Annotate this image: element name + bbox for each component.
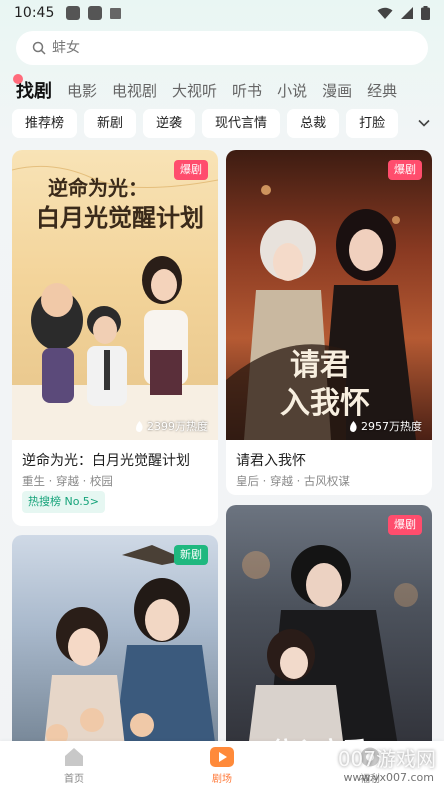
play-icon	[210, 747, 234, 767]
chip-ceo[interactable]: 总裁	[287, 109, 340, 138]
tab-movies[interactable]: 电影	[67, 80, 97, 101]
drama-card[interactable]: 新剧	[12, 535, 218, 765]
app-notification-icon	[110, 7, 122, 19]
status-indicators	[377, 6, 430, 20]
new-badge: 新剧	[174, 545, 208, 565]
wifi-icon	[377, 7, 393, 19]
filter-chips: 推荐榜 新剧 逆袭 现代言情 总裁 打脸	[12, 109, 444, 138]
chips-expand-button[interactable]	[414, 113, 434, 133]
heat-value: 2399万热度	[147, 420, 208, 433]
signal-icon	[401, 6, 413, 19]
tab-novels[interactable]: 小说	[277, 80, 307, 101]
tab-find-drama[interactable]: 找剧	[13, 74, 52, 103]
chip-comeback[interactable]: 逆袭	[143, 109, 196, 138]
watermark-text: 007游戏网	[337, 747, 436, 771]
drama-poster[interactable]: 逆命为光： 白月光觉醒计划 爆剧 2399万热度	[12, 150, 218, 440]
poster-art	[42, 545, 218, 765]
watermark-url: www.yx007.com	[343, 771, 434, 784]
drama-poster[interactable]: 新剧	[12, 535, 218, 765]
hot-badge: 爆剧	[388, 160, 422, 180]
category-tabs: 找剧 电影 电视剧 大视听 听书 小说 漫画 经典	[13, 74, 444, 104]
hot-badge: 爆剧	[174, 160, 208, 180]
status-bar: 10:45	[0, 0, 444, 26]
search-input[interactable]	[52, 40, 392, 56]
heat-indicator: 2399万热度	[135, 418, 208, 434]
nav-home[interactable]: 首页	[24, 747, 124, 785]
nav-label: 剧场	[212, 774, 232, 785]
flame-icon	[350, 420, 357, 432]
chevron-right-icon: >	[89, 495, 99, 508]
chevron-down-icon	[418, 119, 430, 127]
drama-title[interactable]: 逆命为光：白月光觉醒计划	[22, 450, 190, 470]
hot-badge: 爆剧	[388, 515, 422, 535]
drama-card[interactable]: 偏心恋爱 爆剧	[226, 505, 432, 765]
poster-title-line1: 逆命为光：	[48, 176, 148, 200]
chip-face-slap[interactable]: 打脸	[346, 109, 399, 138]
poster-title-line2: 白月光觉醒计划	[36, 203, 204, 232]
home-icon	[65, 748, 83, 766]
chip-new[interactable]: 新剧	[84, 109, 137, 138]
poster-title-line2: 入我怀	[280, 386, 370, 421]
tab-audio-visual[interactable]: 大视听	[172, 80, 217, 101]
search-bar[interactable]	[16, 31, 428, 65]
flame-icon	[136, 420, 143, 432]
battery-icon	[421, 6, 430, 20]
drama-title[interactable]: 请君入我怀	[236, 450, 306, 470]
drama-card[interactable]: 请君 入我怀 爆剧 2957万热度 请君入我怀 皇后 · 穿越 · 古风权谋	[226, 150, 432, 495]
drama-poster[interactable]: 偏心恋爱 爆剧	[226, 505, 432, 765]
notification-icon	[88, 6, 103, 20]
tab-tv-series[interactable]: 电视剧	[112, 80, 157, 101]
drama-tags: 皇后 · 穿越 · 古风权谋	[236, 474, 350, 488]
heat-value: 2957万热度	[361, 420, 422, 433]
rank-tag-label: 热搜榜 No.5	[28, 495, 90, 508]
search-icon	[32, 41, 46, 55]
status-time: 10:45	[14, 5, 55, 21]
tab-audiobooks[interactable]: 听书	[232, 80, 262, 101]
nav-theater[interactable]: 剧场	[172, 747, 272, 785]
chip-recommended[interactable]: 推荐榜	[12, 109, 78, 138]
drama-card[interactable]: 逆命为光： 白月光觉醒计划 爆剧 2399万热度 逆命为光：白月光觉醒计划 重生…	[12, 150, 218, 526]
nav-label: 首页	[64, 774, 84, 785]
notification-icon	[66, 6, 81, 20]
tab-classics[interactable]: 经典	[367, 80, 397, 101]
tab-comics[interactable]: 漫画	[322, 80, 352, 101]
heat-indicator: 2957万热度	[349, 418, 422, 434]
drama-poster[interactable]: 请君 入我怀 爆剧 2957万热度	[226, 150, 432, 440]
rank-tag[interactable]: 热搜榜 No.5>	[22, 491, 105, 513]
chip-modern-romance[interactable]: 现代言情	[202, 109, 281, 138]
drama-tags: 重生 · 穿越 · 校园	[22, 474, 113, 488]
poster-art	[242, 545, 418, 765]
